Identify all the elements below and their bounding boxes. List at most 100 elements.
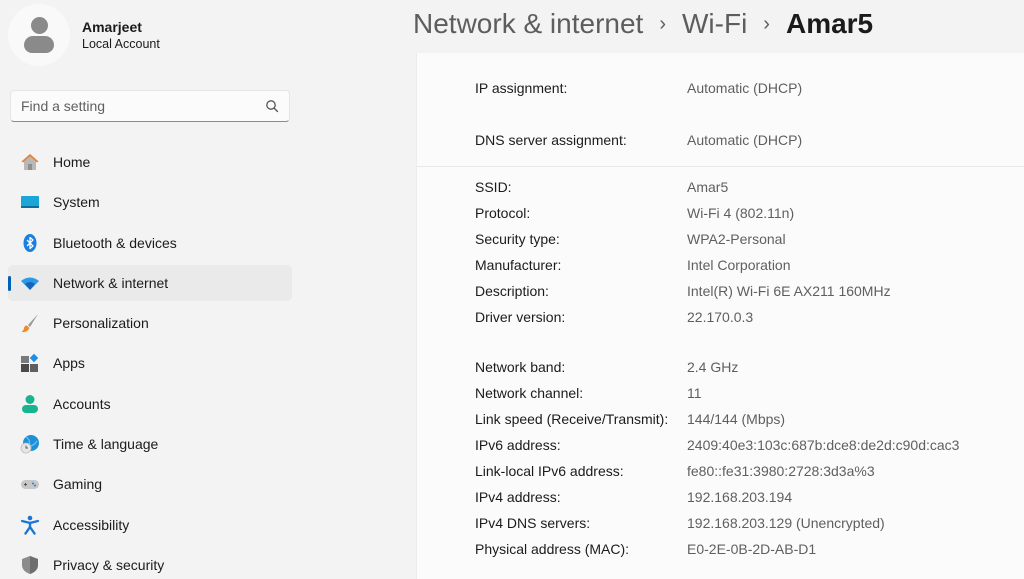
property-value: Amar5 — [687, 179, 729, 195]
sidebar-item-accounts[interactable]: Accounts — [8, 386, 292, 422]
page-title: Amar5 — [785, 8, 874, 39]
property-row: IPv4 DNS servers: 192.168.203.129 (Unenc… — [475, 514, 885, 532]
property-value: 2.4 GHz — [687, 359, 739, 375]
sidebar-item-label: Accounts — [53, 395, 111, 412]
chevron-right-icon: › — [659, 12, 666, 35]
property-label: Description: — [475, 283, 549, 299]
sidebar-item-label: Personalization — [53, 315, 149, 332]
sidebar-item-home[interactable]: Home — [8, 144, 292, 180]
sidebar-item-system[interactable]: System — [8, 184, 292, 220]
property-row: DNS server assignment: Automatic (DHCP) — [475, 131, 802, 149]
system-icon — [19, 191, 41, 213]
property-row: Link-local IPv6 address: fe80::fe31:3980… — [475, 462, 875, 480]
sidebar-item-gaming[interactable]: Gaming — [8, 466, 292, 502]
sidebar-item-apps[interactable]: Apps — [8, 345, 292, 381]
sidebar-item-bluetooth[interactable]: Bluetooth & devices — [8, 225, 292, 261]
settings-window: Amarjeet Local Account Home — [0, 0, 1024, 579]
property-label: Network channel: — [475, 385, 584, 401]
property-row: IP assignment: Automatic (DHCP) — [475, 79, 802, 97]
property-label: IPv4 address: — [475, 489, 561, 505]
gamepad-icon — [19, 473, 41, 495]
property-row: Driver version: 22.170.0.3 — [475, 308, 753, 326]
property-row: Network channel: 11 — [475, 384, 702, 402]
property-row: Physical address (MAC): E0-2E-0B-2D-AB-D… — [475, 540, 816, 558]
property-row: IPv4 address: 192.168.203.194 — [475, 488, 792, 506]
property-value: 11 — [687, 385, 702, 401]
property-label: Driver version: — [475, 309, 566, 325]
avatar — [8, 4, 70, 66]
property-row: Manufacturer: Intel Corporation — [475, 256, 791, 274]
sidebar-item-accessibility[interactable]: Accessibility — [8, 507, 292, 543]
time-language-icon — [19, 433, 41, 455]
property-label: IPv4 DNS servers: — [475, 515, 591, 531]
property-value: 192.168.203.194 — [687, 489, 793, 505]
property-value: Automatic (DHCP) — [687, 80, 803, 96]
sidebar-item-personalization[interactable]: Personalization — [8, 305, 292, 341]
sidebar-item-label: Network & internet — [53, 274, 169, 291]
sidebar-item-label: System — [53, 194, 100, 211]
sidebar-item-privacy-security[interactable]: Privacy & security — [8, 547, 292, 579]
property-value: E0-2E-0B-2D-AB-D1 — [687, 541, 817, 557]
home-icon — [19, 151, 41, 173]
property-label: Network band: — [475, 359, 566, 375]
property-row: Description: Intel(R) Wi-Fi 6E AX211 160… — [475, 282, 891, 300]
ip-assignment-section: IP assignment: Automatic (DHCP) DNS serv… — [417, 53, 1024, 167]
property-value: Intel(R) Wi-Fi 6E AX211 160MHz — [687, 283, 891, 299]
property-row: Link speed (Receive/Transmit): 144/144 (… — [475, 410, 785, 428]
property-label: Link-local IPv6 address: — [475, 463, 624, 479]
properties-section: SSID: Amar5 Protocol: Wi-Fi 4 (802.11n) … — [417, 167, 1024, 579]
brush-icon — [19, 312, 41, 334]
shield-icon — [19, 554, 41, 576]
property-value: 22.170.0.3 — [687, 309, 754, 325]
property-value: 192.168.203.129 (Unencrypted) — [687, 515, 885, 531]
property-value: Intel Corporation — [687, 257, 791, 273]
sidebar-item-label: Apps — [53, 355, 85, 372]
property-row: IPv6 address: 2409:40e3:103c:687b:dce8:d… — [475, 436, 959, 454]
property-value: WPA2-Personal — [687, 231, 786, 247]
avatar-head-icon — [31, 17, 48, 34]
breadcrumb-network-internet[interactable]: Network & internet — [413, 8, 643, 40]
property-row: SSID: Amar5 — [475, 178, 728, 196]
sidebar-item-label: Privacy & security — [53, 556, 165, 573]
property-value: Automatic (DHCP) — [687, 132, 803, 148]
profile-account-type: Local Account — [82, 37, 160, 51]
avatar-body-icon — [24, 36, 54, 53]
accessibility-icon — [19, 514, 41, 536]
sidebar-item-network[interactable]: Network & internet — [8, 264, 292, 301]
sidebar-item-label: Time & language — [53, 436, 159, 453]
bluetooth-icon — [19, 232, 41, 254]
search-icon[interactable] — [265, 99, 279, 113]
breadcrumb: Network & internet › Wi-Fi › Amar5 — [413, 4, 873, 44]
chevron-right-icon: › — [763, 12, 770, 35]
property-value: 2409:40e3:103c:687b:dce8:de2d:c90d:cac3 — [687, 437, 960, 453]
search-box[interactable] — [10, 90, 290, 122]
search-input[interactable] — [21, 98, 265, 114]
apps-icon — [19, 352, 41, 374]
property-label: IP assignment: — [475, 80, 568, 96]
profile-name: Amarjeet — [82, 19, 142, 35]
sidebar-item-label: Accessibility — [53, 516, 130, 533]
sidebar-item-label: Bluetooth & devices — [53, 234, 177, 251]
property-label: IPv6 address: — [475, 437, 561, 453]
property-value: 144/144 (Mbps) — [687, 411, 786, 427]
property-label: DNS server assignment: — [475, 132, 627, 148]
property-label: Link speed (Receive/Transmit): — [475, 411, 669, 427]
sidebar-item-label: Home — [53, 154, 91, 170]
sidebar-item-time-language[interactable]: Time & language — [8, 426, 292, 462]
property-value: Wi-Fi 4 (802.11n) — [687, 205, 795, 221]
sidebar-item-label: Gaming — [53, 476, 103, 493]
property-row: Network band: 2.4 GHz — [475, 358, 738, 376]
property-label: Security type: — [475, 231, 560, 247]
property-label: Physical address (MAC): — [475, 541, 630, 557]
property-label: Protocol: — [475, 205, 531, 221]
breadcrumb-wifi[interactable]: Wi-Fi — [682, 8, 747, 40]
wifi-properties-card: IP assignment: Automatic (DHCP) DNS serv… — [416, 53, 1024, 579]
user-profile[interactable]: Amarjeet Local Account — [8, 4, 160, 66]
property-label: SSID: — [475, 179, 512, 195]
wifi-icon — [19, 272, 41, 294]
nav-list: Home System Bluetooth & devices Network … — [8, 144, 292, 579]
property-row: Security type: WPA2-Personal — [475, 230, 786, 248]
sidebar: Amarjeet Local Account Home — [0, 0, 300, 579]
accounts-icon — [19, 393, 41, 415]
property-value: fe80::fe31:3980:2728:3d3a%3 — [687, 463, 875, 479]
